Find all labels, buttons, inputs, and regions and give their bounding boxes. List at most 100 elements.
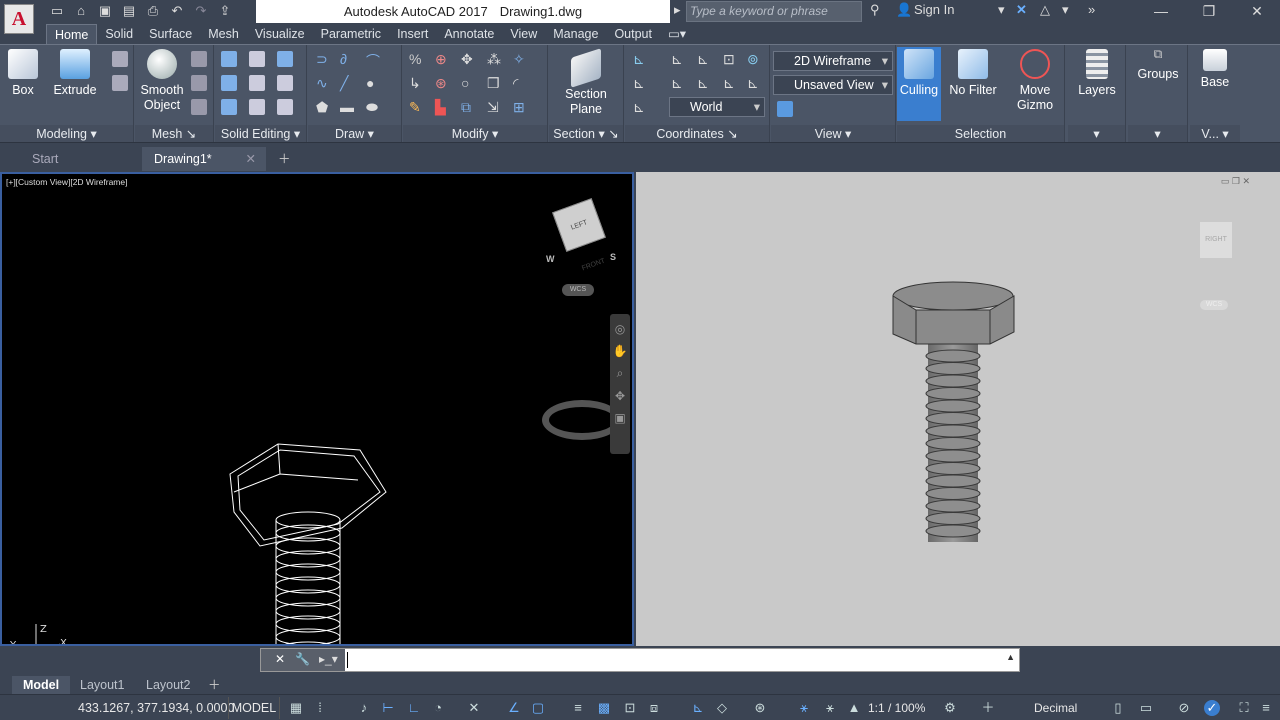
close-command-icon[interactable]: ✕ [275,652,285,666]
open-icon[interactable]: ⌂ [72,2,90,20]
ucs-origin-icon[interactable]: ⊾ [697,51,713,67]
trim-icon[interactable]: % [409,51,425,67]
viewport-config-icon[interactable] [777,101,793,117]
polygon-icon[interactable]: ⬟ [316,99,332,115]
groups-panel-expand[interactable]: ▾ [1128,125,1187,143]
viewcube-left-face[interactable]: LEFT [570,219,588,231]
annotation-scale-dropdown[interactable]: 1:1 / 100% [868,701,925,715]
tab-model[interactable]: Model [12,676,70,694]
save-icon[interactable]: ▣ [96,2,114,20]
ucs-object-icon[interactable]: ⊾ [633,99,649,115]
command-prompt-icon[interactable]: ▸_▾ [319,652,338,666]
intersect-icon[interactable] [221,99,237,115]
tab-insert[interactable]: Insert [389,24,436,44]
pan-icon[interactable]: ✋ [610,344,630,358]
orbit-icon[interactable]: ✥ [610,389,630,403]
slice-icon[interactable] [249,51,265,67]
named-view-dropdown[interactable]: Unsaved View [773,75,893,95]
viewcube-right[interactable]: RIGHT [1200,222,1232,258]
coordinates-panel-title[interactable]: Coordinates ↘ [625,125,769,143]
tab-parametric[interactable]: Parametric [313,24,389,44]
command-input[interactable] [347,652,348,668]
base-panel-title[interactable]: V... ▾ [1190,125,1240,143]
extrude-faces-icon[interactable] [277,75,293,91]
rotate-icon[interactable]: ○ [461,75,477,91]
tab-surface[interactable]: Surface [141,24,200,44]
a360-icon[interactable]: △ [1040,2,1050,18]
tab-home[interactable]: Home [46,24,98,44]
close-tab-icon[interactable]: ✕ [246,147,256,171]
new-tab-button[interactable]: ＋ [272,147,296,171]
selection-panel-title[interactable]: Selection [897,125,1064,143]
save-as-icon[interactable]: ▤ [120,2,138,20]
search-input[interactable]: Type a keyword or phrase [686,1,862,22]
clean-screen-icon[interactable]: ⛶ [1236,700,1252,716]
selection-cycling-icon[interactable]: ⊡ [622,700,638,716]
ucs-zaxis-icon[interactable]: ⊾ [723,75,739,91]
tab-visualize[interactable]: Visualize [247,24,313,44]
wcs-menu[interactable]: WCS [562,284,594,296]
sign-in-button[interactable]: Sign In [914,2,954,17]
dynamic-input-icon[interactable]: ⊢ [380,700,396,716]
no-filter-button[interactable]: No Filter [947,49,999,98]
quick-properties-icon[interactable]: ▯ [1110,700,1126,716]
customization-icon[interactable]: ≡ [1258,700,1274,716]
units-dropdown[interactable]: Decimal [1034,701,1077,715]
move-icon[interactable]: ✥ [461,51,477,67]
tab-layout1[interactable]: Layout1 [80,676,124,694]
more-icon[interactable]: » [1088,2,1095,17]
shell-icon[interactable] [249,99,265,115]
modeling-panel-title[interactable]: Modeling ▾ [0,125,133,143]
print-icon[interactable]: ⎙ [144,2,162,20]
grid-icon[interactable]: ▦ [288,700,304,716]
draw-panel-title[interactable]: Draw ▾ [308,125,401,143]
layers-panel-expand[interactable]: ▾ [1068,125,1125,143]
presspull-icon[interactable] [112,75,128,91]
ucs-3point-icon[interactable]: ⊾ [697,75,713,91]
line-icon[interactable]: ╱ [340,75,356,91]
rectangle-icon[interactable]: ▬ [340,99,356,115]
offset-icon[interactable]: ↳ [409,75,425,91]
isolate-objects-icon[interactable]: ⊘ [1176,700,1192,716]
ucs-dropdown[interactable]: World [669,97,765,117]
tab-output[interactable]: Output [606,24,660,44]
restore-button[interactable]: ❐ [1186,0,1232,22]
command-line[interactable]: ✕ 🔧 ▸_▾ ▲ [260,648,1020,672]
fillet-icon[interactable]: ◜ [513,75,529,91]
separate-icon[interactable] [277,99,293,115]
interfere-icon[interactable] [249,75,265,91]
tab-drawing1[interactable]: Drawing1* ✕ [142,147,266,171]
dynamic-ucs-icon[interactable]: ⊾ [690,700,706,716]
minimize-button[interactable]: — [1138,0,1184,22]
curve-icon[interactable]: ∿ [316,75,332,91]
showmotion-icon[interactable]: ▣ [610,411,630,425]
object-snap-icon[interactable]: ▢ [530,700,546,716]
stretch-icon[interactable]: ⇲ [487,99,503,115]
tab-mesh[interactable]: Mesh [200,24,247,44]
rotate3d-icon[interactable]: ⊕ [435,51,451,67]
object-snap-tracking-icon[interactable]: ∠ [506,700,522,716]
mesh-smooth-more-icon[interactable] [191,51,207,67]
smooth-object-button[interactable]: Smooth Object [137,49,187,113]
undo-icon[interactable]: ↶ [168,2,186,20]
mesh-smooth-less-icon[interactable] [191,75,207,91]
help-dropdown-icon[interactable]: ▾ [1062,2,1069,18]
tab-annotate[interactable]: Annotate [436,24,502,44]
share-icon[interactable]: ⇪ [216,2,234,20]
ellipse-icon[interactable]: ⬬ [366,99,382,115]
viewport-shaded[interactable]: ▭ ❐ ✕ RIGHT WCS [636,172,1280,646]
tab-manage[interactable]: Manage [545,24,606,44]
annotation-visibility-icon[interactable]: ⚹ [796,700,812,716]
align-icon[interactable]: ▙ [435,99,451,115]
ribbon-options-icon[interactable]: ▭▾ [660,24,694,44]
hardware-acceleration-icon[interactable]: ✓ [1204,700,1220,716]
ucs-icon[interactable]: ⊾ [633,51,649,67]
section-plane-button[interactable]: Section Plane [561,48,611,117]
redo-icon[interactable]: ↷ [192,2,210,20]
base-button[interactable]: Base [1194,49,1236,90]
expand-icon[interactable]: ▸ [674,2,681,18]
auto-scale-icon[interactable]: ⚹ [822,700,838,716]
isodraft-icon[interactable]: ✕ [466,700,482,716]
culling-button[interactable]: Culling [897,47,941,121]
solid-editing-panel-title[interactable]: Solid Editing ▾ [215,125,306,143]
